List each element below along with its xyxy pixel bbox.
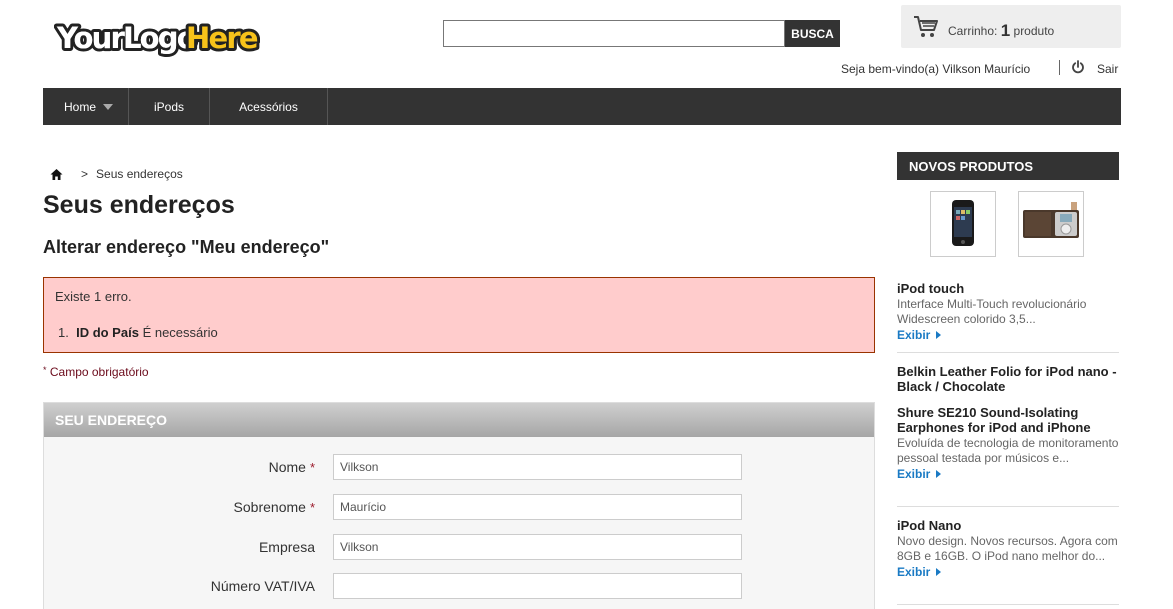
sidebar-product: Belkin Leather Folio for iPod nano - Bla… [897, 364, 1119, 394]
field-label-text: Número VAT/IVA [210, 578, 315, 594]
logo-text-part2: Here [186, 21, 258, 55]
ipod-touch-image [952, 200, 974, 246]
first-name-input[interactable] [333, 454, 742, 480]
breadcrumb-current: Seus endereços [96, 167, 183, 181]
sidebar-divider [897, 352, 1119, 353]
cart-count-unit: produto [1013, 24, 1055, 38]
field-label: Empresa [259, 539, 315, 555]
view-product-label: Exibir [897, 565, 931, 579]
cart-summary[interactable]: Carrinho: 1 produto [901, 5, 1121, 48]
sidebar-product: Shure SE210 Sound-Isolating Earphones fo… [897, 405, 1119, 481]
field-vat: Número VAT/IVA [44, 573, 876, 599]
header-divider [1059, 60, 1060, 75]
breadcrumb-separator: > [81, 167, 89, 181]
main-navigation: Home iPods Acessórios [43, 88, 1121, 125]
field-label-text: Sobrenome [233, 499, 306, 515]
cart-count: 1 [1000, 21, 1011, 40]
view-product-link[interactable]: Exibir [897, 328, 1119, 342]
form-header-title: SEU ENDEREÇO [55, 412, 168, 428]
field-nome: Nome * [44, 454, 876, 480]
view-product-label: Exibir [897, 467, 931, 481]
welcome-message: Seja bem-vindo(a) Vilkson Maurício [841, 62, 1031, 76]
nav-item-label: Acessórios [239, 99, 298, 114]
field-label: Nome * [269, 459, 315, 475]
product-thumbnail-belkin-folio[interactable] [1018, 191, 1084, 257]
nav-item-label: Home [64, 99, 97, 114]
nav-item-home[interactable]: Home [43, 88, 129, 125]
field-label: Número VAT/IVA [211, 578, 315, 594]
required-marker: * [309, 500, 315, 515]
page-title: Seus endereços [43, 191, 235, 219]
product-description: Interface Multi-Touch revolucionário Wid… [897, 297, 1087, 326]
field-label-text: Empresa [258, 539, 315, 555]
product-description: Evoluída de tecnologia de monitoramento … [897, 436, 1119, 465]
sidebar-title: NOVOS PRODUTOS [897, 152, 1119, 180]
product-name[interactable]: Belkin Leather Folio for iPod nano - Bla… [897, 364, 1119, 394]
page-subtitle: Alterar endereço "Meu endereço" [43, 237, 330, 257]
product-name[interactable]: Shure SE210 Sound-Isolating Earphones fo… [897, 405, 1119, 435]
cart-text: Carrinho: 1 produto [948, 20, 1054, 40]
required-marker: * [43, 365, 47, 375]
error-item-field: ID do País [76, 325, 139, 340]
address-form: SEU ENDEREÇO Nome* Sobrenome* Empresa Nú… [43, 402, 875, 609]
search-button[interactable]: BUSCA [785, 20, 840, 47]
site-logo[interactable]: YourLogo YourLogo Here [53, 14, 263, 62]
chevron-down-icon [103, 103, 114, 110]
sidebar-product: iPod touch Interface Multi-Touch revoluc… [897, 281, 1119, 342]
product-name[interactable]: iPod Nano [897, 518, 1119, 533]
company-input[interactable] [333, 534, 742, 560]
last-name-input[interactable] [333, 494, 742, 520]
error-alert: Existe 1 erro. 1. ID do País É necessári… [43, 277, 875, 353]
product-thumbnail-ipod-touch[interactable] [930, 191, 996, 257]
error-item-message: É necessário [142, 325, 218, 340]
field-empresa: Empresa [44, 534, 876, 560]
field-label: Sobrenome * [234, 499, 315, 515]
logo-text-part1-fill: YourLogo [56, 21, 196, 55]
breadcrumb: > Seus endereços [50, 167, 183, 181]
logout-link[interactable]: Sair [1097, 62, 1118, 76]
home-icon[interactable] [50, 168, 63, 181]
vat-number-input[interactable] [333, 573, 742, 599]
search-bar: BUSCA [443, 20, 840, 47]
field-sobrenome: Sobrenome * [44, 494, 876, 520]
belkin-folio-image [1023, 202, 1079, 238]
nav-item-ipods[interactable]: iPods [129, 88, 210, 125]
required-note-text: Campo obrigatório [49, 365, 149, 379]
error-item: 1. ID do País É necessário [58, 325, 218, 340]
form-header: SEU ENDEREÇO [44, 403, 874, 437]
product-name[interactable]: iPod touch [897, 281, 1119, 296]
logo-graphic: YourLogo YourLogo Here [53, 18, 263, 58]
error-item-number: 1. [58, 325, 69, 340]
view-product-link[interactable]: Exibir [897, 565, 1119, 579]
nav-item-acessorios[interactable]: Acessórios [210, 88, 328, 125]
nav-item-label: iPods [153, 99, 185, 114]
sidebar-divider [897, 604, 1119, 605]
search-input[interactable] [443, 20, 785, 47]
required-field-note: * Campo obrigatório [43, 365, 149, 379]
power-icon[interactable] [1071, 60, 1085, 74]
arrow-right-icon [936, 331, 942, 339]
required-marker: * [309, 460, 315, 475]
view-product-link[interactable]: Exibir [897, 467, 1119, 481]
shopping-cart-icon [914, 16, 938, 37]
sidebar-divider [897, 506, 1119, 507]
sidebar-product: iPod Nano Novo design. Novos recursos. A… [897, 518, 1119, 579]
error-summary: Existe 1 erro. [55, 289, 132, 304]
product-description: Novo design. Novos recursos. Agora com 8… [897, 534, 1118, 563]
arrow-right-icon [936, 568, 942, 576]
field-label-text: Nome [268, 459, 306, 475]
view-product-label: Exibir [897, 328, 931, 342]
arrow-right-icon [936, 470, 942, 478]
cart-label: Carrinho: [948, 24, 998, 38]
